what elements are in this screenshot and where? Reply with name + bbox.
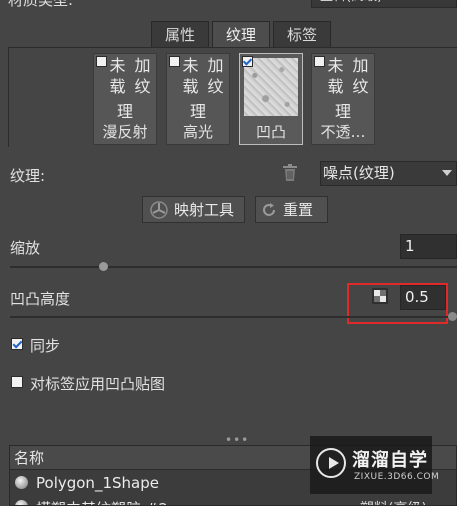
sync-checkbox[interactable] <box>11 338 23 350</box>
tab-labels[interactable]: 标签 <box>273 21 331 47</box>
scale-slider-handle[interactable] <box>99 262 108 271</box>
sync-label: 同步 <box>30 337 61 355</box>
button-label: 重置 <box>283 201 314 219</box>
bump-height-slider-track[interactable] <box>10 316 457 318</box>
mapping-tool-button[interactable]: 映射工具 <box>142 196 245 223</box>
panel-tabs: 属性 纹理 标签 <box>151 21 334 47</box>
table-row[interactable]: Polygon_1Shape <box>36 474 159 492</box>
slot-placeholder-text: 未加 载纹 <box>109 56 151 96</box>
slot-placeholder-text: 理 <box>334 102 351 121</box>
bump-height-slider-handle[interactable] <box>448 312 457 321</box>
watermark: 溜溜自学 ZIXUE.3D66.COM <box>310 436 439 494</box>
mapping-tool-icon <box>148 200 170 220</box>
tab-texture[interactable]: 纹理 <box>212 21 270 47</box>
table-row[interactable]: 模塑内基纹塑胶 #2 <box>36 498 168 505</box>
texture-slot-bump[interactable]: 凹凸 <box>239 53 303 145</box>
slot-checkbox[interactable] <box>242 56 253 67</box>
reset-button[interactable]: 重置 <box>255 196 328 223</box>
scale-slider-track[interactable] <box>10 266 457 268</box>
slot-label: 高光 <box>182 123 213 141</box>
tabs-divider <box>8 47 457 48</box>
slot-placeholder-text: 未加 载纹 <box>182 56 224 96</box>
scale-label: 缩放 <box>10 239 41 257</box>
slot-placeholder-text: 理 <box>189 102 206 121</box>
play-icon <box>316 448 346 478</box>
bump-height-label: 凹凸高度 <box>10 290 71 308</box>
dropdown-value: 噪点(纹理) <box>323 164 395 182</box>
texture-slot-specular[interactable]: 未加 载纹 理 高光 <box>166 53 230 145</box>
material-type-select[interactable]: 塑料(高级) <box>311 0 457 8</box>
material-sphere-icon <box>15 500 28 505</box>
texture-slot-opacity[interactable]: 未加 载纹 理 不透… <box>311 53 375 145</box>
material-sphere-icon <box>15 476 28 489</box>
slot-placeholder-text: 理 <box>116 102 133 121</box>
button-label: 映射工具 <box>174 201 235 219</box>
slot-label: 不透… <box>320 123 366 141</box>
table-row-material: 塑料(高级) <box>360 498 427 505</box>
texture-label: 纹理: <box>10 167 46 185</box>
chevron-down-icon <box>442 170 452 176</box>
texture-slot-diffuse[interactable]: 未加 载纹 理 漫反射 <box>93 53 157 145</box>
texture-type-dropdown[interactable]: 噪点(纹理) <box>320 161 457 186</box>
watermark-subtitle: ZIXUE.3D66.COM <box>354 472 440 482</box>
slot-label: 漫反射 <box>102 123 148 141</box>
watermark-title: 溜溜自学 <box>352 450 428 471</box>
slot-placeholder-text: 未加 载纹 <box>327 56 369 96</box>
apply-bump-labels-checkbox[interactable] <box>11 376 23 388</box>
trash-icon[interactable] <box>282 164 298 182</box>
slot-label: 凹凸 <box>255 123 286 141</box>
apply-bump-labels-label: 对标签应用凹凸贴图 <box>30 375 166 393</box>
scale-input[interactable]: 1 <box>400 234 457 259</box>
tab-properties[interactable]: 属性 <box>151 21 209 47</box>
frame-border <box>8 47 9 147</box>
material-type-label: 材质类型: <box>8 0 74 9</box>
reset-icon <box>261 200 277 220</box>
